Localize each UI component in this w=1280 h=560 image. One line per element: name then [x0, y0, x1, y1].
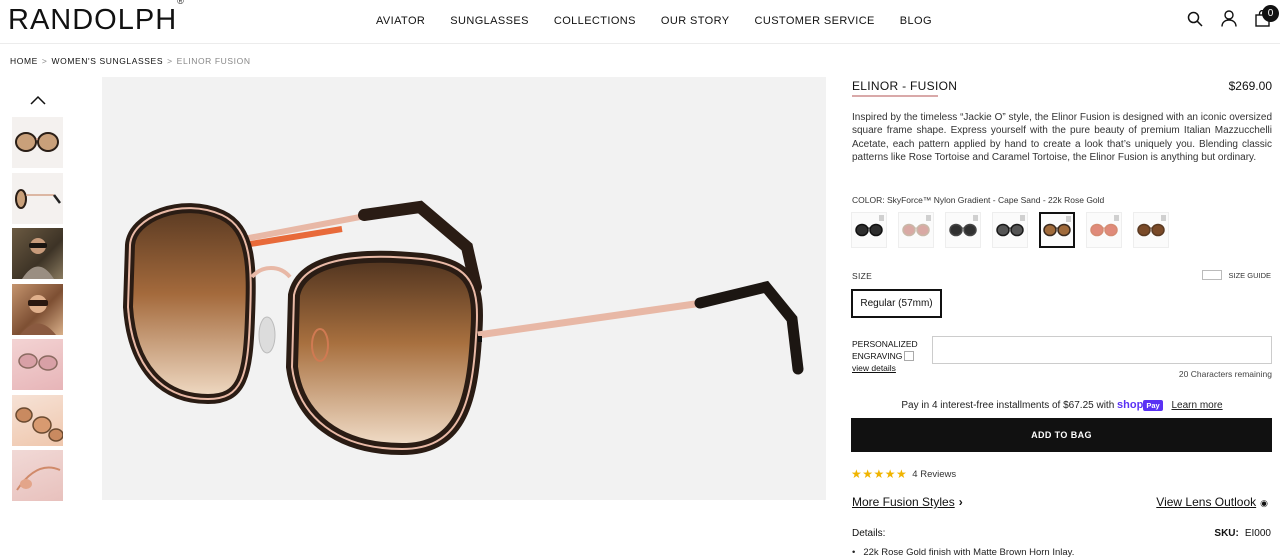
swatch-glasses-icon [1137, 223, 1165, 237]
breadcrumb: HOME > WOMEN'S SUNGLASSES > ELINOR FUSION [10, 56, 251, 66]
installments-text: Pay in 4 interest-free installments of $… [901, 400, 1115, 411]
more-styles-label: More Fusion Styles [852, 495, 955, 509]
thumbnail-lifestyle-3[interactable] [12, 450, 63, 501]
reviews-count[interactable]: 4 Reviews [912, 469, 956, 480]
engraving-label-line2: ENGRAVING [852, 350, 903, 361]
header-divider [0, 43, 1280, 44]
pin-icon [879, 215, 884, 221]
account-icon[interactable] [1221, 10, 1237, 27]
product-description: Inspired by the timeless “Jackie O” styl… [852, 112, 1272, 163]
size-option-regular[interactable]: Regular (57mm) [851, 289, 942, 318]
bag-count-badge: 0 [1262, 5, 1279, 22]
thumbnail-lifestyle-1[interactable] [12, 339, 63, 390]
engraving-label: PERSONALIZED ENGRAVING [852, 339, 918, 362]
sku-label: SKU: [1214, 528, 1239, 539]
size-label: SIZE [852, 271, 873, 281]
eye-icon: ◉ [1260, 498, 1268, 508]
pin-icon [973, 215, 978, 221]
size-guide-label: SIZE GUIDE [1228, 270, 1271, 280]
lens-outlook-label: View Lens Outlook [1156, 495, 1257, 509]
details-label: Details: [852, 528, 886, 539]
swatch-glasses-icon [1043, 223, 1071, 237]
thumbnail-side[interactable] [12, 172, 63, 224]
breadcrumb-separator: > [167, 56, 173, 66]
view-lens-outlook-link[interactable]: View Lens Outlook ◉ [1156, 495, 1268, 509]
pay-text: Pay [1143, 399, 1163, 411]
thumbnail-lifestyle-2[interactable] [12, 394, 63, 446]
engraving-label-line1: PERSONALIZED [852, 339, 918, 349]
swatch-glasses-icon [949, 223, 977, 237]
pin-icon [1161, 215, 1166, 221]
color-swatch[interactable] [945, 212, 981, 248]
pin-icon [1066, 216, 1071, 222]
broken-image-icon [904, 351, 915, 362]
shoppay-installments: Pay in 4 interest-free installments of $… [852, 399, 1272, 411]
main-product-image[interactable] [102, 77, 826, 500]
title-underline [852, 95, 938, 97]
more-fusion-styles-link[interactable]: More Fusion Styles › [852, 495, 963, 509]
engraving-input[interactable] [932, 336, 1272, 364]
shop-text: shop [1117, 399, 1144, 411]
detail-item: 22k Rose Gold finish with Matte Brown Ho… [852, 547, 1074, 558]
thumbnail-model-2[interactable] [12, 283, 63, 335]
main-nav: AVIATOR SUNGLASSES COLLECTIONS OUR STORY… [376, 15, 957, 27]
sku-value: EI000 [1244, 528, 1271, 539]
add-to-bag-button[interactable]: ADD TO BAG [851, 418, 1272, 452]
chevron-right-icon: › [958, 495, 963, 509]
thumbnail-list [12, 117, 63, 506]
learn-more-link[interactable]: Learn more [1171, 400, 1222, 411]
color-swatch[interactable] [1039, 212, 1075, 248]
view-details-link[interactable]: view details [852, 363, 896, 373]
characters-remaining: 20 Characters remaining [1178, 369, 1272, 379]
sunglasses-illustration [122, 200, 804, 456]
search-icon[interactable] [1187, 11, 1203, 27]
breadcrumb-current: ELINOR FUSION [176, 56, 251, 66]
ruler-icon [1202, 270, 1223, 280]
color-swatches [851, 212, 1169, 248]
shop-pay-logo: shop Pay [1117, 399, 1163, 411]
breadcrumb-category[interactable]: WOMEN'S SUNGLASSES [51, 56, 163, 66]
rating[interactable]: ★★★★★ 4 Reviews [851, 467, 956, 481]
swatch-glasses-icon [1090, 223, 1118, 237]
shopping-bag-icon[interactable]: 0 [1255, 5, 1279, 27]
logo-text: RANDOLPH [8, 4, 178, 36]
nav-collections[interactable]: COLLECTIONS [554, 15, 636, 27]
thumbnail-front[interactable] [12, 117, 63, 168]
thumbnail-model-1[interactable] [12, 228, 63, 279]
nav-customer-service[interactable]: CUSTOMER SERVICE [755, 15, 875, 27]
pin-icon [1020, 215, 1025, 221]
color-swatch[interactable] [1086, 212, 1122, 248]
star-rating-icons: ★★★★★ [851, 467, 908, 481]
sku: SKU: EI000 [1214, 528, 1271, 539]
color-swatch[interactable] [898, 212, 934, 248]
product-title: ELINOR - FUSION [852, 79, 958, 93]
swatch-glasses-icon [996, 223, 1024, 237]
pin-icon [1114, 215, 1119, 221]
color-swatch[interactable] [992, 212, 1028, 248]
nav-aviator[interactable]: AVIATOR [376, 15, 425, 27]
swatch-glasses-icon [855, 223, 883, 237]
registered-mark: ® [177, 0, 184, 7]
brand-logo[interactable]: RANDOLPH® [8, 0, 184, 37]
breadcrumb-home[interactable]: HOME [10, 56, 38, 66]
color-swatch[interactable] [1133, 212, 1169, 248]
header-icons: 0 [1187, 5, 1279, 27]
color-label: COLOR: SkyForce™ Nylon Gradient - Cape S… [852, 195, 1105, 205]
nav-sunglasses[interactable]: SUNGLASSES [450, 15, 529, 27]
breadcrumb-separator: > [41, 56, 48, 66]
nav-blog[interactable]: BLOG [900, 15, 932, 27]
product-price: $269.00 [1228, 79, 1272, 93]
chevron-up-icon[interactable] [29, 93, 47, 111]
swatch-glasses-icon [902, 223, 930, 237]
color-swatch[interactable] [851, 212, 887, 248]
nav-our-story[interactable]: OUR STORY [661, 15, 730, 27]
size-guide-link[interactable]: SIZE GUIDE [1202, 270, 1271, 280]
pin-icon [926, 215, 931, 221]
